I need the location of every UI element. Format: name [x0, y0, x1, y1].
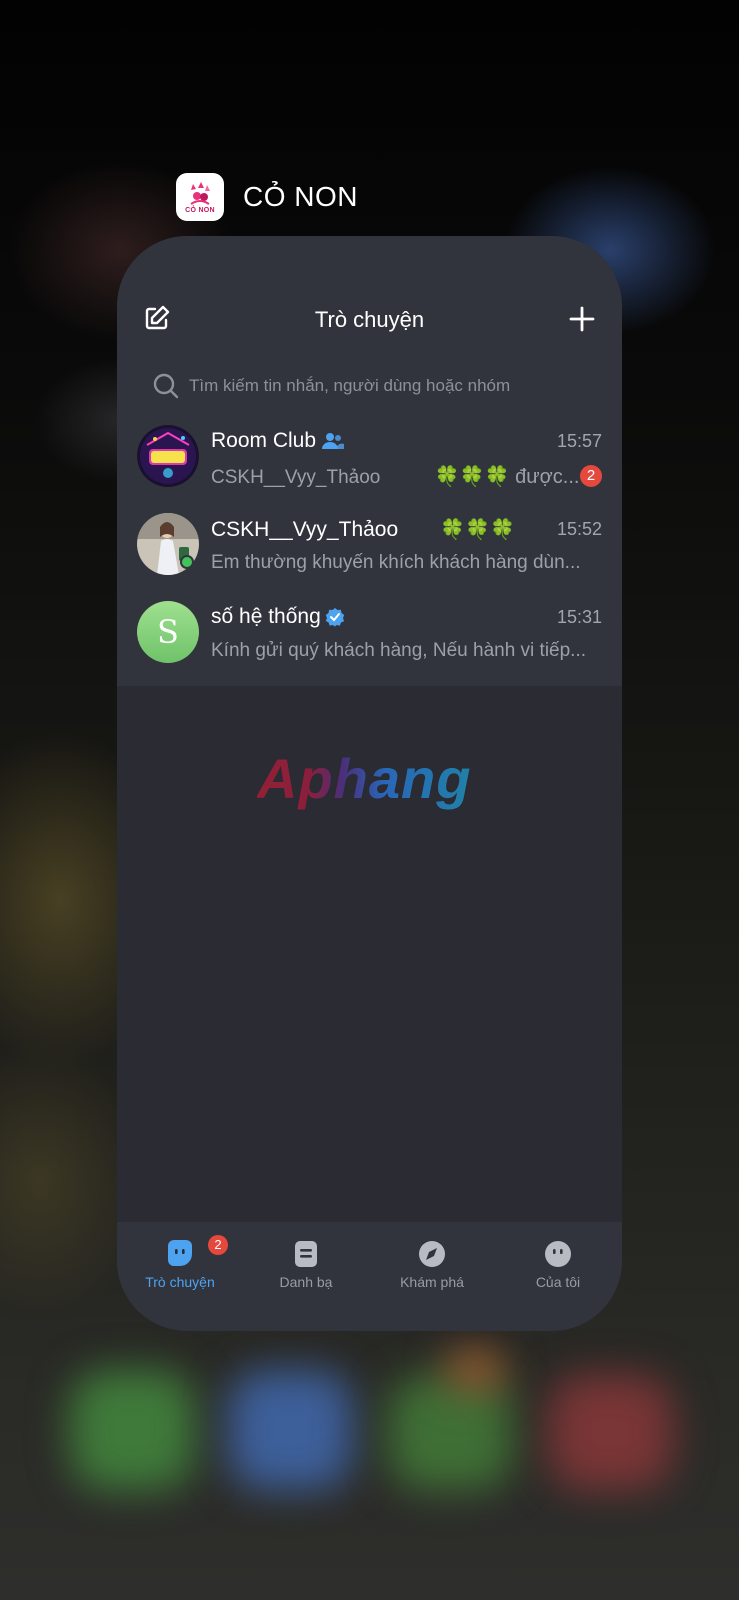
- chat-name-text: Room Club: [211, 429, 317, 452]
- system-avatar: S: [137, 601, 199, 663]
- chat-time: 15:52: [556, 519, 602, 539]
- tab-label: Trò chuyện: [145, 1274, 215, 1290]
- co-non-logo-text: CỎ NON: [185, 207, 215, 214]
- chat-name-text: CSKH__Vyy_Thảoo: [211, 517, 399, 541]
- profile-icon: [545, 1241, 571, 1267]
- group-icon: [322, 433, 345, 449]
- search-input[interactable]: Tìm kiếm tin nhắn, người dùng hoặc nhóm: [152, 371, 510, 401]
- watermark-logo: Aphang: [257, 747, 472, 810]
- chat-name: số hệ thống: [211, 605, 345, 629]
- tab-label: Của tôi: [535, 1274, 581, 1290]
- chat-time: 15:57: [556, 431, 602, 451]
- app-switcher-header[interactable]: CỎ NON CỎ NON: [176, 173, 358, 221]
- compass-icon: [419, 1241, 445, 1267]
- blurred-app-badge: [445, 1350, 505, 1390]
- blurred-app-icon-green: [70, 1370, 195, 1490]
- chat-preview: CSKH__Vyy_Thảoo 🍀🍀🍀 được...: [211, 464, 581, 489]
- chat-preview-text: 🍀🍀🍀 được...: [434, 466, 580, 488]
- chat-list-panel: Trò chuyện Tìm kiếm tin nhắn, người dùng…: [117, 236, 622, 686]
- avatar-letter: S: [157, 613, 179, 651]
- chat-item-room-club[interactable]: Room Club 15:57 CSKH__Vyy_Thảoo 🍀🍀🍀 được…: [117, 411, 622, 499]
- co-non-logo-art: [190, 182, 210, 205]
- room-club-avatar-art: [137, 425, 199, 487]
- tab-discover[interactable]: Khám phá: [369, 1222, 495, 1331]
- blurred-app-icon-red: [548, 1375, 673, 1490]
- chat-preview-sender: CSKH__Vyy_Thảoo: [211, 467, 381, 488]
- chat-name: Room Club: [211, 429, 345, 453]
- blurred-app-icon-blue: [228, 1370, 353, 1490]
- room-club-avatar: [137, 425, 199, 487]
- chat-preview: Kính gửi quý khách hàng, Nếu hành vi tiế…: [211, 640, 587, 661]
- app-name: CỎ NON: [243, 181, 358, 212]
- chat-name: CSKH__Vyy_Thảoo 🍀🍀🍀: [211, 517, 515, 542]
- plus-icon[interactable]: [566, 303, 598, 335]
- tab-label: Danh bạ: [279, 1274, 333, 1290]
- app-preview-card[interactable]: Trò chuyện Tìm kiếm tin nhắn, người dùng…: [117, 236, 622, 1331]
- search-placeholder: Tìm kiếm tin nhắn, người dùng hoặc nhóm: [189, 376, 511, 395]
- search-icon: [153, 373, 179, 399]
- chat-icon: [168, 1240, 192, 1266]
- tab-unread-badge: 2: [208, 1235, 228, 1255]
- co-non-logo-icon[interactable]: CỎ NON: [176, 173, 224, 221]
- verified-icon: [325, 608, 344, 627]
- bottom-tab-bar: 2 Trò chuyện Danh bạ Khám phá Của tôi: [117, 1222, 622, 1331]
- chat-preview: Em thường khuyến khích khách hàng dùn...: [211, 552, 581, 573]
- tab-label: Khám phá: [400, 1274, 464, 1290]
- unread-badge: 2: [580, 465, 602, 487]
- chat-item-system[interactable]: S số hệ thống 15:31 Kính gửi quý khách h…: [117, 587, 622, 675]
- chat-name-decoration: 🍀🍀🍀: [440, 519, 515, 541]
- chat-time: 15:31: [556, 607, 602, 627]
- contacts-icon: [295, 1241, 317, 1267]
- chat-item-cskh[interactable]: CSKH__Vyy_Thảoo 🍀🍀🍀 15:52 Em thường khuy…: [117, 499, 622, 587]
- tab-chats[interactable]: 2 Trò chuyện: [117, 1222, 243, 1331]
- page-title: Trò chuyện: [314, 307, 425, 332]
- tab-contacts[interactable]: Danh bạ: [243, 1222, 369, 1331]
- tab-profile[interactable]: Của tôi: [495, 1222, 621, 1331]
- blurred-app-icon-green-2: [388, 1375, 513, 1490]
- chat-name-text: số hệ thống: [211, 605, 321, 628]
- online-status-dot: [180, 555, 194, 569]
